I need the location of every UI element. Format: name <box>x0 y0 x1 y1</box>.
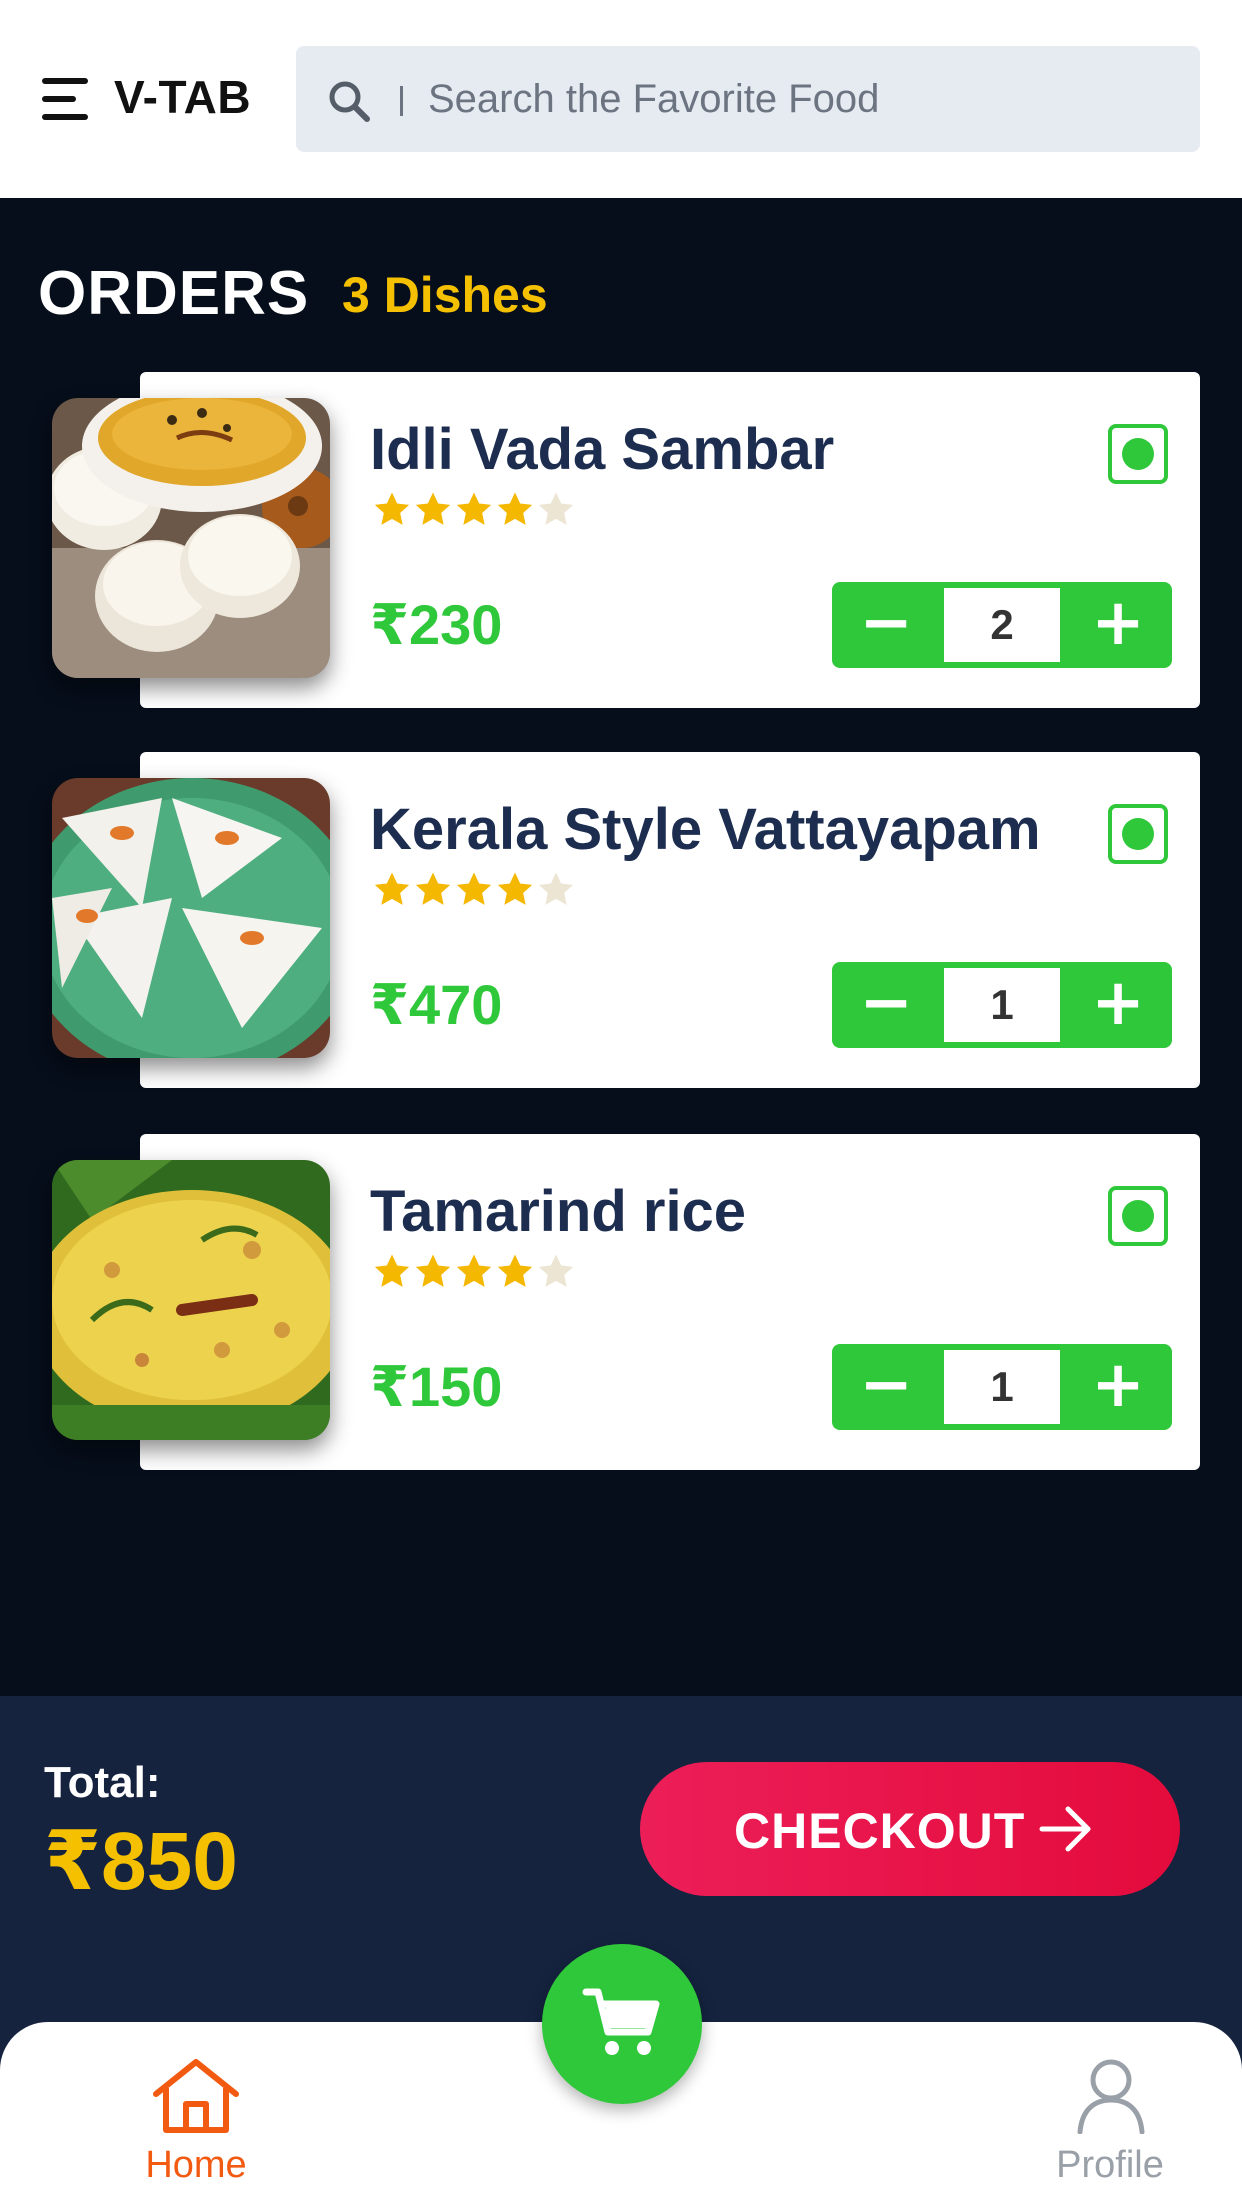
dish-price: ₹470 <box>370 973 503 1036</box>
order-card: Kerala Style Vattayapam ₹470 − 1 + <box>0 752 1242 1088</box>
dish-price: ₹230 <box>370 593 503 656</box>
quantity-stepper: − 1 + <box>832 1344 1172 1430</box>
star-rating <box>372 490 577 534</box>
increase-quantity-button[interactable]: + <box>1064 582 1172 668</box>
quantity-value: 2 <box>944 588 1060 662</box>
tamarind-rice-photo <box>52 1160 330 1440</box>
home-icon <box>153 2059 239 2133</box>
star-rating <box>372 1252 577 1296</box>
quantity-stepper: − 2 + <box>832 582 1172 668</box>
idli-vada-sambar-photo <box>52 398 330 678</box>
vattayapam-photo <box>52 778 330 1058</box>
veg-indicator-icon[interactable] <box>1108 804 1168 864</box>
decrease-quantity-button[interactable]: − <box>832 962 940 1048</box>
search-bar[interactable] <box>296 46 1200 152</box>
checkout-label: CHECKOUT <box>734 1803 1026 1859</box>
star-icon <box>456 872 492 905</box>
quantity-stepper: − 1 + <box>832 962 1172 1048</box>
checkout-button[interactable]: CHECKOUT <box>640 1762 1180 1896</box>
search-icon <box>329 81 370 122</box>
increase-quantity-button[interactable]: + <box>1064 962 1172 1048</box>
star-icon <box>374 1254 410 1287</box>
cart-icon <box>582 1988 660 2055</box>
star-icon <box>497 492 533 525</box>
orders-title: ORDERS <box>38 259 310 328</box>
total-label: Total: <box>44 1758 161 1807</box>
cart-button[interactable] <box>542 1944 702 2104</box>
decrease-quantity-button[interactable]: − <box>832 582 940 668</box>
quantity-value: 1 <box>944 1350 1060 1424</box>
orders-count: 3 Dishes <box>342 267 548 323</box>
star-icon <box>456 492 492 525</box>
nav-home[interactable]: Home <box>126 2056 266 2196</box>
nav-profile-label: Profile <box>1056 2144 1164 2186</box>
decrease-quantity-button[interactable]: − <box>832 1344 940 1430</box>
star-empty-icon <box>538 1254 574 1287</box>
dish-name: Idli Vada Sambar <box>370 417 835 482</box>
menu-icon[interactable] <box>42 76 88 122</box>
dish-price: ₹150 <box>370 1355 503 1418</box>
total-amount: ₹850 <box>44 1816 238 1907</box>
app-header: V-TAB <box>0 0 1242 198</box>
star-icon <box>415 872 451 905</box>
increase-quantity-button[interactable]: + <box>1064 1344 1172 1430</box>
nav-home-label: Home <box>145 2144 247 2186</box>
veg-indicator-icon[interactable] <box>1108 1186 1168 1246</box>
star-icon <box>497 1254 533 1287</box>
dish-name: Tamarind rice <box>370 1179 747 1244</box>
brand-title: V-TAB <box>114 71 252 123</box>
dish-name: Kerala Style Vattayapam <box>370 797 1041 862</box>
search-input[interactable] <box>428 68 1168 130</box>
star-icon <box>374 872 410 905</box>
order-card: Idli Vada Sambar ₹230 − 2 + <box>0 372 1242 708</box>
veg-indicator-icon[interactable] <box>1108 424 1168 484</box>
arrow-right-icon <box>1039 1806 1091 1852</box>
star-icon <box>415 1254 451 1287</box>
search-divider <box>400 86 403 116</box>
star-icon <box>415 492 451 525</box>
star-icon <box>456 1254 492 1287</box>
star-empty-icon <box>538 872 574 905</box>
star-empty-icon <box>538 492 574 525</box>
star-icon <box>497 872 533 905</box>
order-card: Tamarind rice ₹150 − 1 + <box>0 1134 1242 1470</box>
star-rating <box>372 870 577 914</box>
quantity-value: 1 <box>944 968 1060 1042</box>
profile-icon <box>1077 2059 1145 2134</box>
star-icon <box>374 492 410 525</box>
nav-profile[interactable]: Profile <box>1040 2056 1180 2196</box>
